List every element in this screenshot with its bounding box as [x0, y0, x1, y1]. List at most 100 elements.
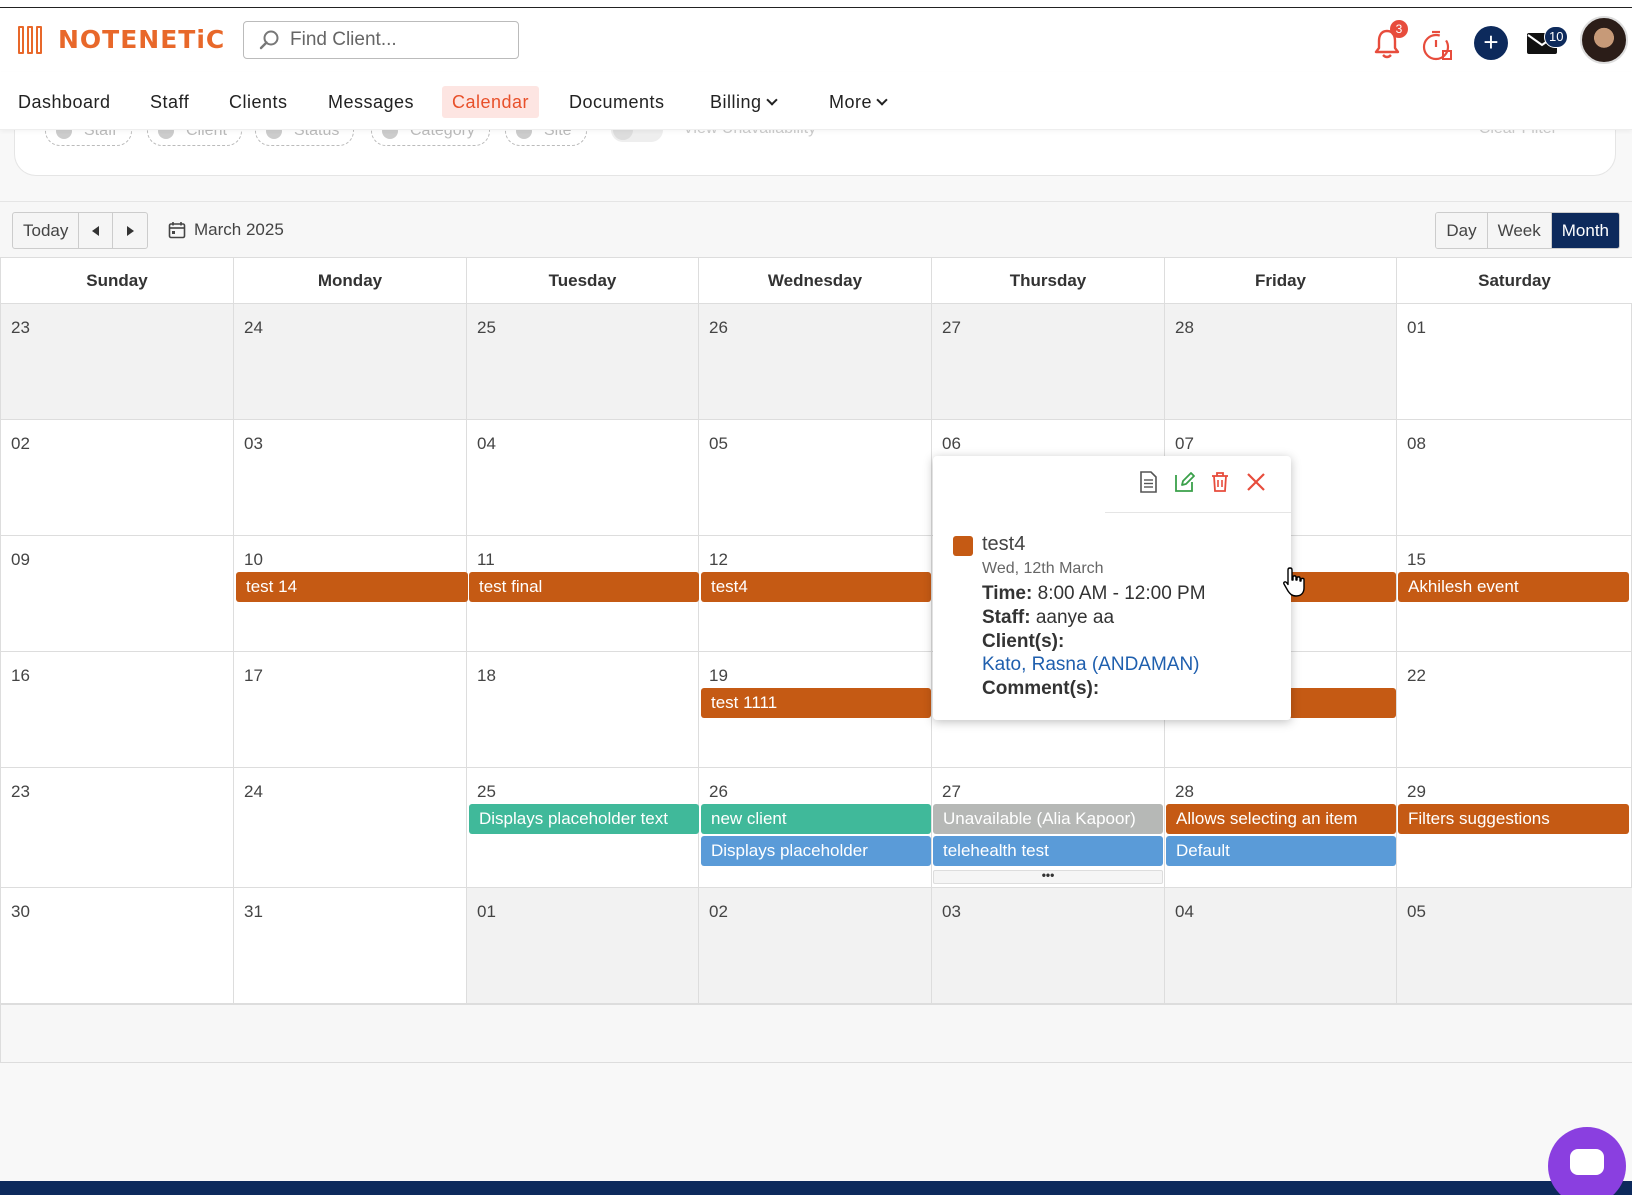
nav-messages[interactable]: Messages — [318, 86, 424, 118]
next-button[interactable] — [113, 213, 147, 248]
day-number: 03 — [244, 434, 263, 453]
day-cell[interactable]: 08 — [1397, 420, 1632, 536]
find-client-input[interactable] — [290, 29, 510, 51]
chat-support-button[interactable] — [1548, 1127, 1626, 1195]
edit-event-button[interactable] — [1173, 470, 1195, 499]
day-number: 07 — [1175, 434, 1194, 453]
day-number: 11 — [477, 550, 495, 569]
weekday-saturday: Saturday — [1397, 258, 1632, 304]
weekday-wednesday: Wednesday — [699, 258, 932, 304]
day-cell[interactable]: 25 — [467, 304, 699, 420]
event-unavailable[interactable]: Unavailable (Alia Kapoor) — [933, 804, 1163, 834]
day-cell[interactable]: 03 — [932, 888, 1165, 1004]
document-icon — [1140, 471, 1157, 493]
day-cell[interactable]: 05 — [699, 420, 932, 536]
day-cell[interactable]: 04 — [1165, 888, 1397, 1004]
nav-clients[interactable]: Clients — [219, 86, 298, 118]
nav-dashboard[interactable]: Dashboard — [8, 86, 121, 118]
nav-staff[interactable]: Staff — [140, 86, 199, 118]
prev-button[interactable] — [79, 213, 114, 248]
popup-clients-label: Client(s): — [982, 631, 1064, 653]
day-cell[interactable]: 01 — [1397, 304, 1632, 420]
day-cell[interactable]: 02 — [699, 888, 932, 1004]
messages-button[interactable]: 10 — [1526, 26, 1569, 61]
day-cell[interactable]: 27 — [932, 304, 1165, 420]
bottom-bar — [0, 1181, 1632, 1195]
day-number: 27 — [942, 318, 961, 337]
day-cell[interactable]: 28 — [1165, 304, 1397, 420]
day-number: 24 — [244, 318, 263, 337]
month-picker[interactable]: March 2025 — [168, 220, 284, 240]
search-icon — [259, 30, 279, 50]
notifications-button[interactable]: 3 — [1372, 20, 1408, 65]
day-number: 28 — [1175, 782, 1194, 801]
popup-staff-row: Staff: aanye aa — [982, 607, 1114, 629]
find-client-search[interactable] — [243, 21, 519, 59]
day-cell[interactable]: 31 — [234, 888, 467, 1004]
more-events-button[interactable]: ••• — [933, 869, 1163, 884]
event-new-client[interactable]: new client — [701, 804, 931, 834]
day-number: 04 — [477, 434, 496, 453]
day-number: 04 — [1175, 902, 1194, 921]
day-cell[interactable]: 24 — [234, 768, 467, 888]
day-cell[interactable]: 01 — [467, 888, 699, 1004]
day-number: 10 — [244, 550, 263, 569]
stopwatch-icon — [1422, 30, 1452, 61]
view-week-button[interactable]: Week — [1487, 213, 1552, 248]
nav-documents[interactable]: Documents — [559, 86, 675, 118]
day-number: 15 — [1407, 550, 1426, 569]
event-test-final[interactable]: test final — [469, 572, 699, 602]
event-test1111[interactable]: test 1111 — [701, 688, 931, 718]
day-number: 29 — [1407, 782, 1426, 801]
event-default[interactable]: Default — [1166, 836, 1396, 866]
view-day-button[interactable]: Day — [1436, 213, 1488, 248]
day-cell[interactable]: 02 — [1, 420, 234, 536]
day-cell[interactable]: 30 — [1, 888, 234, 1004]
nav-more[interactable]: More — [819, 86, 896, 118]
view-note-button[interactable] — [1137, 470, 1159, 499]
event-telehealth-test[interactable]: telehealth test — [933, 836, 1163, 866]
nav-billing[interactable]: Billing — [700, 86, 786, 118]
day-cell[interactable]: 05 — [1397, 888, 1632, 1004]
event-akhilesh[interactable]: Akhilesh event — [1398, 572, 1629, 602]
timer-button[interactable] — [1420, 28, 1454, 67]
event-allows-selecting[interactable]: Allows selecting an item — [1166, 804, 1396, 834]
popup-divider — [1105, 512, 1291, 513]
day-cell[interactable]: 16 — [1, 652, 234, 768]
today-button[interactable]: Today — [13, 213, 80, 248]
day-cell[interactable]: 17 — [234, 652, 467, 768]
day-cell[interactable]: 18 — [467, 652, 699, 768]
view-month-button[interactable]: Month — [1551, 213, 1619, 248]
weekday-tuesday: Tuesday — [467, 258, 699, 304]
day-cell[interactable]: 23 — [1, 768, 234, 888]
event-displays-placeholder[interactable]: Displays placeholder — [701, 836, 931, 866]
day-cell[interactable]: 03 — [234, 420, 467, 536]
day-cell[interactable]: 04 — [467, 420, 699, 536]
chevron-down-icon — [876, 94, 888, 106]
day-cell[interactable]: 09 — [1, 536, 234, 652]
view-switcher: Day Week Month — [1435, 212, 1620, 249]
nav-calendar[interactable]: Calendar — [442, 86, 540, 118]
day-number: 05 — [1407, 902, 1426, 921]
popup-client-link[interactable]: Kato, Rasna (ANDAMAN) — [982, 654, 1200, 676]
popup-clients-label-text: Client(s): — [982, 631, 1065, 652]
caret-right-icon — [126, 226, 134, 236]
popup-staff-value: aanye aa — [1035, 607, 1115, 628]
close-popup-button[interactable] — [1245, 470, 1267, 499]
day-cell[interactable]: 24 — [234, 304, 467, 420]
event-displays-placeholder-text[interactable]: Displays placeholder text — [469, 804, 699, 834]
day-cell[interactable]: 22 — [1397, 652, 1632, 768]
popup-staff-label: Staff: — [982, 607, 1031, 628]
user-avatar[interactable] — [1580, 16, 1628, 64]
event-test4[interactable]: test4 — [701, 572, 931, 602]
day-cell[interactable]: 26 — [699, 304, 932, 420]
day-cell[interactable]: 23 — [1, 304, 234, 420]
event-filters-suggestions[interactable]: Filters suggestions — [1398, 804, 1629, 834]
brand-logo[interactable]: NOTENETiC — [18, 22, 225, 56]
calendar-footer — [1, 1004, 1632, 1062]
event-test14[interactable]: test 14 — [236, 572, 468, 602]
edit-icon — [1175, 472, 1195, 492]
delete-event-button[interactable] — [1209, 470, 1231, 499]
day-number: 01 — [1407, 318, 1426, 337]
add-new-button[interactable]: + — [1474, 26, 1508, 60]
